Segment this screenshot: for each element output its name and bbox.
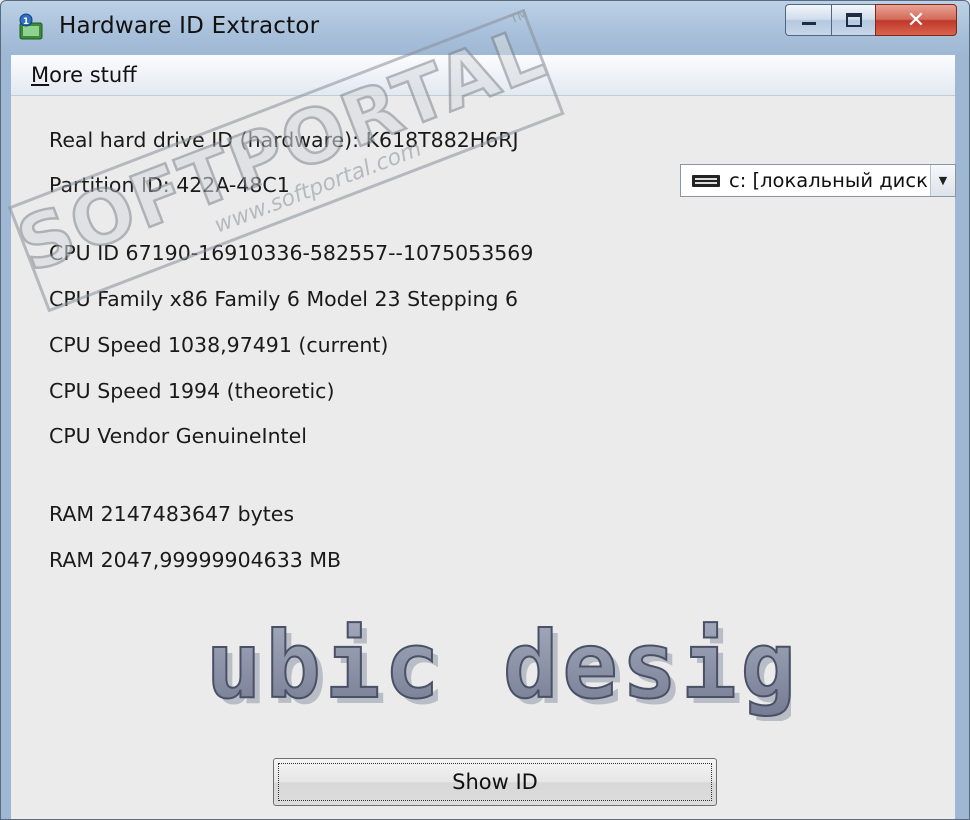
- drive-select[interactable]: c: [локальный диск ▼: [680, 164, 956, 197]
- svg-text:cubic design: cubic design: [211, 612, 791, 719]
- show-id-button[interactable]: Show ID: [273, 758, 717, 806]
- drive-select-value: c: [локальный диск: [729, 169, 928, 192]
- cubic-design-logo: cubic design cubic design: [211, 611, 791, 721]
- show-id-label: Show ID: [278, 763, 712, 801]
- maximize-button[interactable]: [831, 4, 875, 36]
- cpu-id-text: CPU ID 67190-16910336-582557--1075053569: [49, 241, 534, 265]
- menu-label: ore stuff: [49, 63, 137, 87]
- minimize-button[interactable]: [785, 4, 831, 36]
- ram-bytes-text: RAM 2147483647 bytes: [49, 502, 295, 526]
- cpu-family-text: CPU Family x86 Family 6 Model 23 Steppin…: [49, 287, 519, 311]
- minimize-icon: [801, 22, 816, 25]
- partition-id-text: Partition ID: 422A-48C1: [49, 173, 290, 197]
- cpu-speed-current-text: CPU Speed 1038,97491 (current): [49, 333, 389, 357]
- cpu-speed-theoretic-text: CPU Speed 1994 (theoretic): [49, 379, 335, 403]
- menu-bar: More stuff: [11, 55, 955, 96]
- drive-dropdown-button[interactable]: ▼: [930, 165, 955, 196]
- ram-mb-text: RAM 2047,99999904633 MB: [49, 548, 342, 572]
- menu-more-stuff[interactable]: More stuff: [31, 63, 137, 87]
- app-window: 1 Hardware ID Extractor ✕ More stuff Rea…: [0, 0, 970, 820]
- chevron-down-icon: ▼: [938, 174, 948, 187]
- client-area: Real hard drive ID (hardware): K618T882H…: [11, 96, 956, 819]
- title-bar[interactable]: 1 Hardware ID Extractor ✕: [1, 1, 969, 53]
- svg-text:1: 1: [23, 17, 29, 27]
- caption-buttons: ✕: [785, 4, 957, 38]
- hdd-id-text: Real hard drive ID (hardware): K618T882H…: [49, 128, 519, 152]
- menu-mnemonic: M: [31, 63, 50, 87]
- maximize-icon: [845, 13, 862, 27]
- cpu-vendor-text: CPU Vendor GenuineIntel: [49, 424, 307, 448]
- close-icon: ✕: [906, 7, 926, 33]
- close-button[interactable]: ✕: [875, 4, 957, 36]
- drive-icon: [692, 175, 720, 187]
- window-title: Hardware ID Extractor: [59, 13, 320, 39]
- app-icon: 1: [19, 13, 43, 40]
